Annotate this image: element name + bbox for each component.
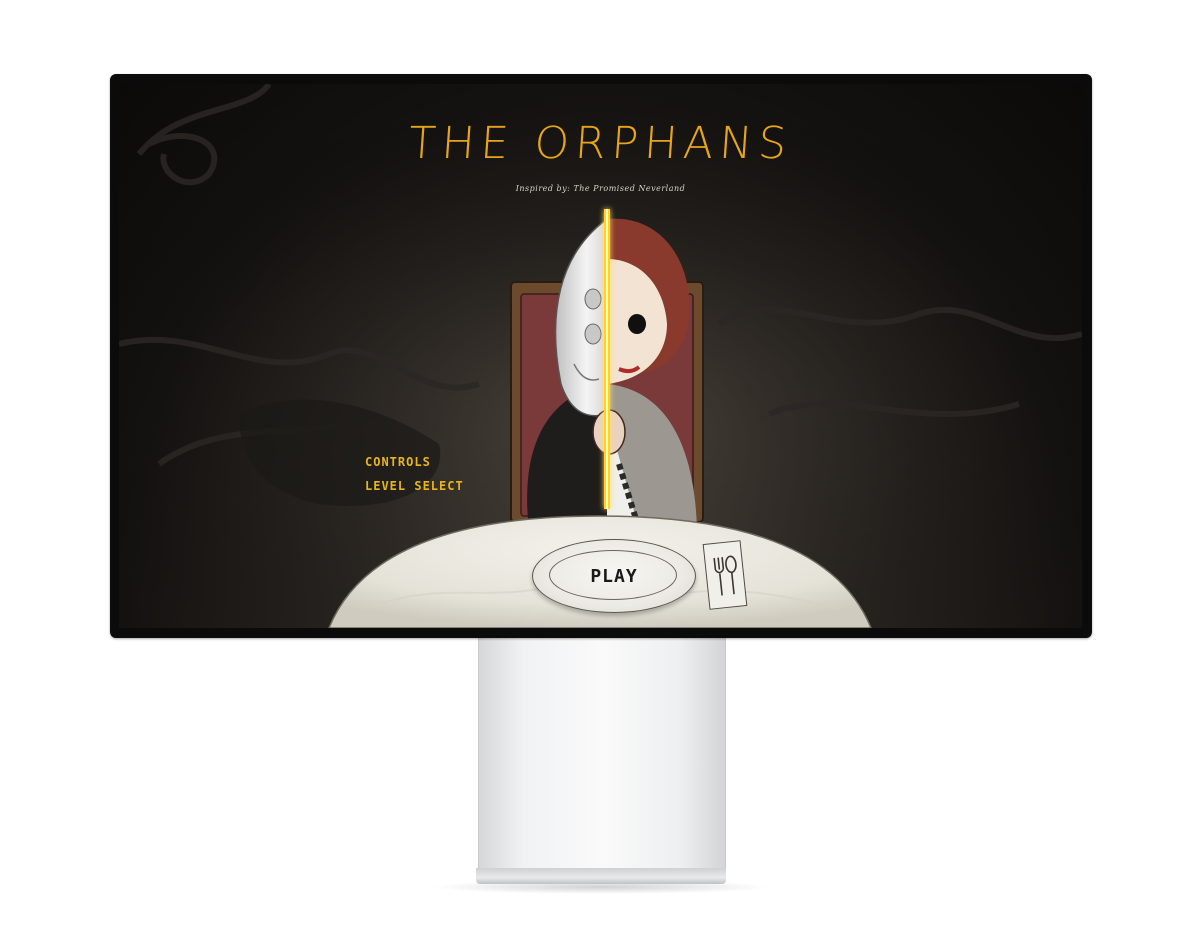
- device-mockup: THE ORPHANS Inspired by: The Promised Ne…: [0, 0, 1202, 941]
- play-button[interactable]: PLAY: [532, 539, 696, 613]
- controls-button[interactable]: CONTROLS: [365, 455, 431, 469]
- game-title: THE ORPHANS: [406, 118, 795, 169]
- monitor-stand-base: [476, 868, 726, 884]
- game-screen: THE ORPHANS Inspired by: The Promised Ne…: [119, 84, 1082, 628]
- play-button-label: PLAY: [590, 565, 638, 587]
- level-select-button[interactable]: LEVEL SELECT: [365, 479, 464, 493]
- monitor-bezel: THE ORPHANS Inspired by: The Promised Ne…: [110, 74, 1092, 638]
- fork-spoon-icon: [713, 555, 737, 596]
- glowing-sword-icon: [604, 209, 610, 509]
- monitor-stand: [478, 638, 726, 870]
- game-subtitle: Inspired by: The Promised Neverland: [515, 184, 686, 193]
- cutlery-card[interactable]: [702, 540, 748, 610]
